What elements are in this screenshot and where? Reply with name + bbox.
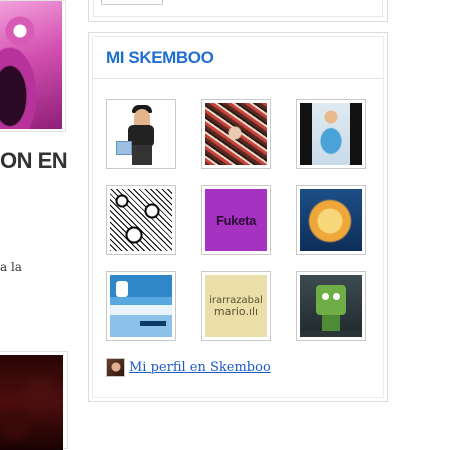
skemboo-widget: MI SKEMBOO Fuketa irarrazabal mario.ılı … bbox=[88, 32, 388, 402]
red-illustration bbox=[205, 103, 267, 165]
thumb-red-illustration[interactable] bbox=[201, 99, 271, 169]
thumb-green-monster[interactable] bbox=[296, 271, 366, 341]
irarrazabal-mario-logo: irarrazabal mario.ılı bbox=[205, 275, 267, 337]
thumb-character-illustration[interactable] bbox=[106, 99, 176, 169]
thumb-fuketa-logo[interactable]: Fuketa bbox=[201, 185, 271, 255]
doodles-illustration bbox=[110, 189, 172, 251]
dark-red-image bbox=[0, 355, 63, 450]
logo-line-2: mario.ılı bbox=[213, 305, 259, 318]
post-text-fragment: a la bbox=[0, 260, 22, 274]
blonde-character-illustration bbox=[300, 189, 362, 251]
widget-title: MI SKEMBOO bbox=[106, 48, 214, 67]
previous-widget bbox=[88, 0, 388, 22]
thumb-black-white-doodles[interactable] bbox=[106, 185, 176, 255]
character-illustration bbox=[110, 103, 172, 165]
thumb-blonde-character[interactable] bbox=[296, 185, 366, 255]
profile-row: Mi perfil en Skemboo bbox=[106, 358, 271, 377]
thumb-irarrazabal-mario[interactable]: irarrazabal mario.ılı bbox=[201, 271, 271, 341]
green-monster-illustration bbox=[300, 275, 362, 337]
left-post-image-top[interactable] bbox=[0, 0, 66, 132]
previous-widget-button[interactable] bbox=[101, 0, 163, 5]
blue-business-card bbox=[110, 275, 172, 337]
avatar[interactable] bbox=[106, 358, 125, 377]
thumb-woman-illustration[interactable] bbox=[296, 99, 366, 169]
post-heading-fragment[interactable]: ON EN bbox=[0, 148, 68, 174]
fuketa-logo-text: Fuketa bbox=[215, 212, 257, 228]
woman-illustration bbox=[300, 103, 362, 165]
pink-cartoon-image bbox=[0, 1, 62, 129]
profile-link[interactable]: Mi perfil en Skemboo bbox=[129, 360, 271, 375]
fuketa-logo: Fuketa bbox=[205, 189, 267, 251]
title-divider bbox=[93, 78, 383, 79]
thumb-blue-business-card[interactable] bbox=[106, 271, 176, 341]
left-post-image-bottom[interactable] bbox=[0, 351, 68, 450]
